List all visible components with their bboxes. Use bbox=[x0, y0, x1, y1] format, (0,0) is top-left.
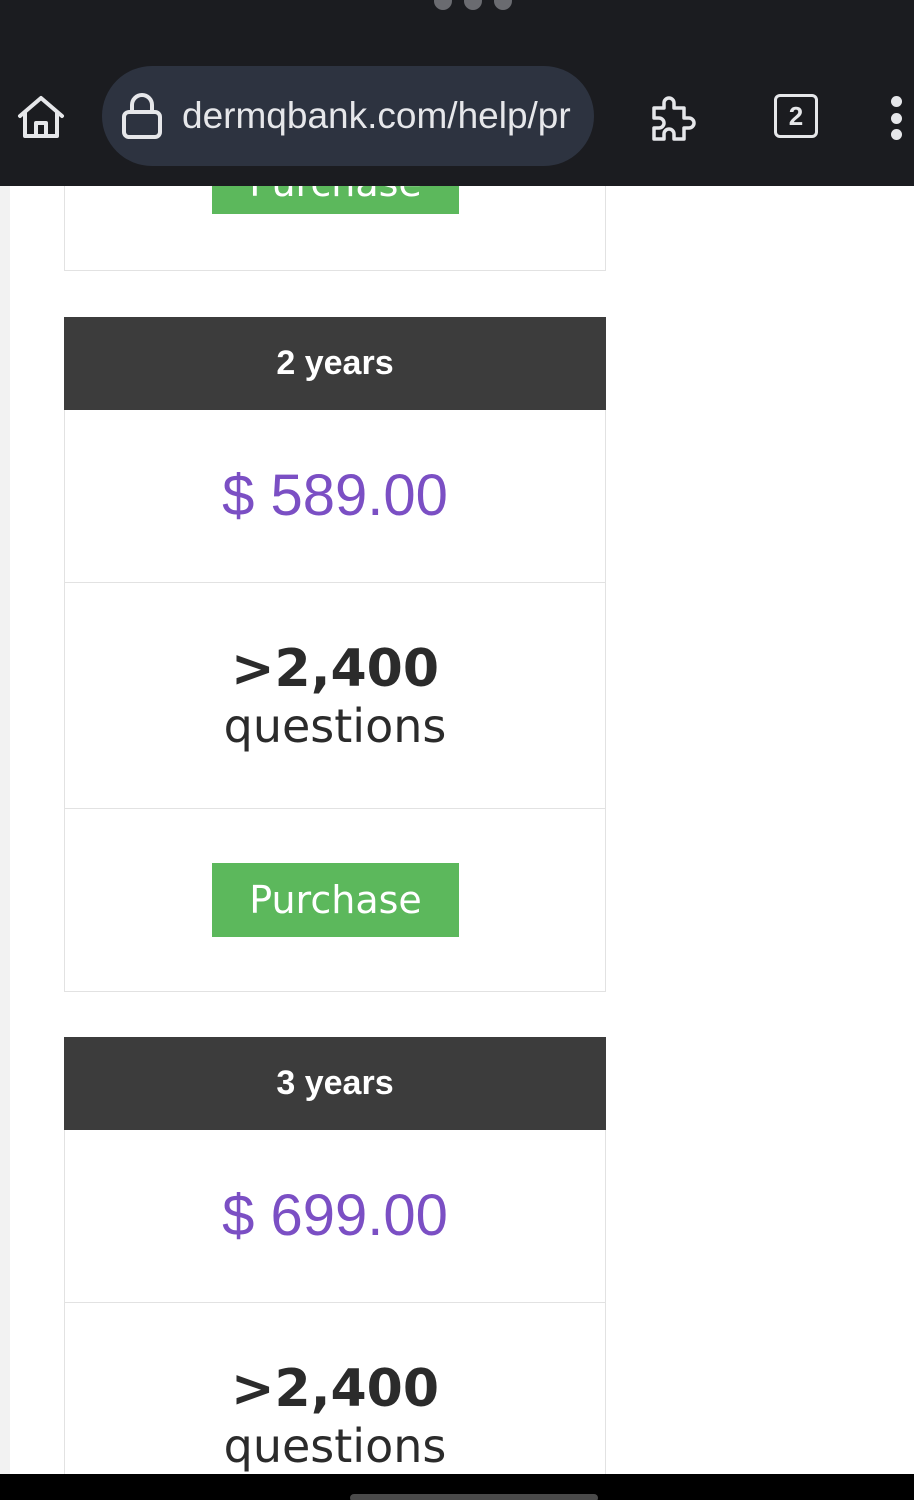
plan-card-3-years: 3 years $ 699.00 >2,400 questions bbox=[64, 1037, 606, 1474]
plan-card-previous: Purchase bbox=[64, 186, 606, 271]
price-cell: $ 699.00 bbox=[64, 1130, 606, 1303]
plan-price: $ 699.00 bbox=[222, 1183, 448, 1248]
drag-handle-dots[interactable] bbox=[434, 0, 512, 10]
home-icon[interactable] bbox=[14, 90, 68, 144]
left-gutter bbox=[0, 186, 10, 1474]
url-text[interactable]: dermqbank.com/help/pr bbox=[182, 92, 582, 140]
plan-duration-header: 2 years bbox=[64, 317, 606, 410]
plan-card-2-years: 2 years $ 589.00 >2,400 questions Purcha… bbox=[64, 317, 606, 992]
questions-cell: >2,400 questions bbox=[64, 583, 606, 809]
questions-count: >2,400 bbox=[230, 1359, 440, 1419]
questions-cell: >2,400 questions bbox=[64, 1303, 606, 1474]
questions-label: questions bbox=[223, 699, 447, 753]
extensions-puzzle-icon[interactable] bbox=[648, 92, 702, 144]
address-bar[interactable]: dermqbank.com/help/pr bbox=[102, 66, 594, 166]
purchase-cell: Purchase bbox=[64, 809, 606, 992]
overflow-menu-icon[interactable] bbox=[886, 96, 906, 140]
gesture-handle[interactable] bbox=[350, 1494, 598, 1500]
tab-switcher-button[interactable]: 2 bbox=[774, 94, 818, 138]
browser-toolbar: dermqbank.com/help/pr 2 bbox=[0, 0, 914, 186]
lock-icon[interactable] bbox=[120, 92, 164, 140]
purchase-button[interactable]: Purchase bbox=[212, 863, 459, 937]
system-navigation-bar bbox=[0, 1474, 914, 1500]
questions-label: questions bbox=[223, 1419, 447, 1473]
purchase-button[interactable]: Purchase bbox=[212, 186, 459, 214]
plan-price: $ 589.00 bbox=[222, 463, 448, 528]
price-cell: $ 589.00 bbox=[64, 410, 606, 583]
questions-count: >2,400 bbox=[230, 639, 440, 699]
page-content: Purchase 2 years $ 589.00 >2,400 questio… bbox=[0, 186, 914, 1474]
plan-duration-header: 3 years bbox=[64, 1037, 606, 1130]
